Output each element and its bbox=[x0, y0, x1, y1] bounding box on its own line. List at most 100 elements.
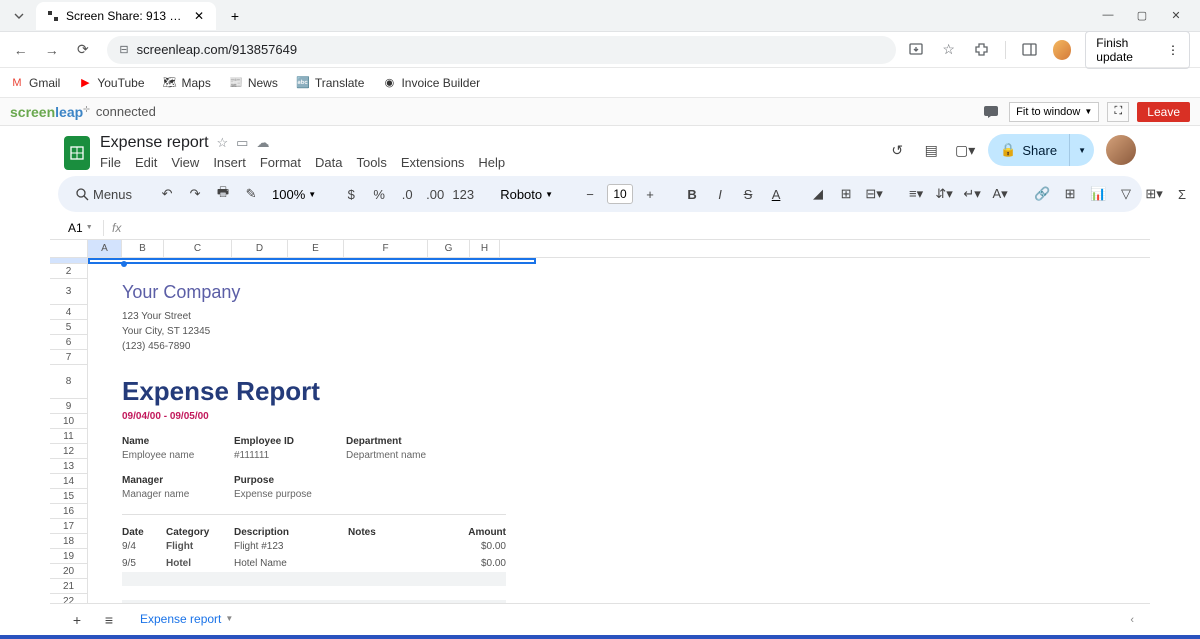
menu-data[interactable]: Data bbox=[315, 155, 342, 170]
sheet-tab-menu-icon[interactable]: ▼ bbox=[225, 614, 233, 623]
borders-button[interactable]: ⊞ bbox=[835, 182, 857, 206]
move-folder-icon[interactable]: ▭ bbox=[236, 135, 248, 151]
tab-close-icon[interactable]: ✕ bbox=[192, 9, 206, 23]
cloud-status-icon[interactable]: ☁ bbox=[256, 135, 269, 151]
name-box[interactable]: A1 ▼ bbox=[64, 220, 104, 236]
sheets-logo-icon[interactable] bbox=[64, 136, 90, 170]
col-header-h[interactable]: H bbox=[470, 240, 500, 257]
col-header-e[interactable]: E bbox=[288, 240, 344, 257]
share-dropdown-icon[interactable]: ▼ bbox=[1070, 146, 1094, 155]
bookmark-gmail[interactable]: MGmail bbox=[10, 76, 60, 90]
all-sheets-button[interactable]: ≡ bbox=[98, 609, 120, 631]
comment-button[interactable]: ⊞ bbox=[1059, 182, 1081, 206]
col-header-a[interactable]: A bbox=[88, 240, 122, 257]
row-header[interactable]: 11 bbox=[50, 429, 87, 444]
undo-button[interactable]: ↶ bbox=[156, 182, 178, 206]
row-header[interactable]: 13 bbox=[50, 459, 87, 474]
back-button[interactable]: ← bbox=[10, 39, 31, 61]
menu-file[interactable]: File bbox=[100, 155, 121, 170]
bold-button[interactable]: B bbox=[681, 182, 703, 206]
share-button[interactable]: 🔒 Share ▼ bbox=[988, 134, 1094, 166]
comments-icon[interactable]: ▤ bbox=[920, 139, 942, 161]
row-header[interactable]: 12 bbox=[50, 444, 87, 459]
row-header[interactable]: 5 bbox=[50, 320, 87, 335]
merge-button[interactable]: ⊟▾ bbox=[863, 182, 885, 206]
row-header[interactable]: 21 bbox=[50, 579, 87, 594]
row-header[interactable]: 16 bbox=[50, 504, 87, 519]
row-header[interactable]: 15 bbox=[50, 489, 87, 504]
row-header[interactable]: 18 bbox=[50, 534, 87, 549]
font-select[interactable]: Roboto ▼ bbox=[494, 187, 559, 202]
window-minimize-icon[interactable]: — bbox=[1100, 9, 1116, 22]
leave-button[interactable]: Leave bbox=[1137, 102, 1190, 122]
fill-color-button[interactable]: ◢ bbox=[807, 182, 829, 206]
wrap-button[interactable]: ↵▾ bbox=[961, 182, 983, 206]
row-header[interactable]: 19 bbox=[50, 549, 87, 564]
chart-button[interactable]: 📊 bbox=[1087, 182, 1109, 206]
fit-to-window-select[interactable]: Fit to window ▼ bbox=[1009, 102, 1099, 122]
site-info-icon[interactable]: ⊟ bbox=[119, 43, 128, 56]
menu-format[interactable]: Format bbox=[260, 155, 301, 170]
row-header[interactable]: 10 bbox=[50, 414, 87, 429]
meet-icon[interactable]: ▢▾ bbox=[954, 139, 976, 161]
menu-edit[interactable]: Edit bbox=[135, 155, 157, 170]
menus-search[interactable]: Menus bbox=[72, 187, 136, 202]
menu-help[interactable]: Help bbox=[478, 155, 505, 170]
more-formats-button[interactable]: 123 bbox=[452, 182, 474, 206]
explore-button[interactable]: ‹ bbox=[1130, 614, 1134, 626]
star-icon[interactable]: ☆ bbox=[217, 135, 229, 151]
increase-decimal-button[interactable]: .00 bbox=[424, 182, 446, 206]
text-color-button[interactable]: A bbox=[765, 182, 787, 206]
decrease-decimal-button[interactable]: .0 bbox=[396, 182, 418, 206]
font-size-increase[interactable]: + bbox=[639, 182, 661, 206]
extensions-icon[interactable] bbox=[972, 40, 991, 60]
install-app-icon[interactable] bbox=[906, 40, 925, 60]
filter-views-button[interactable]: ⊞▾ bbox=[1143, 182, 1165, 206]
history-icon[interactable]: ↺ bbox=[886, 139, 908, 161]
row-header[interactable]: 2 bbox=[50, 264, 87, 279]
reload-button[interactable]: ⟳ bbox=[72, 39, 93, 61]
window-close-icon[interactable]: ✕ bbox=[1168, 9, 1184, 22]
address-bar[interactable]: ⊟ screenleap.com/913857649 bbox=[107, 36, 896, 64]
finish-update-button[interactable]: Finish update ⋮ bbox=[1085, 31, 1190, 69]
profile-avatar[interactable] bbox=[1053, 40, 1072, 60]
row-header[interactable]: 14 bbox=[50, 474, 87, 489]
bookmark-news[interactable]: 📰News bbox=[229, 76, 278, 90]
menu-extensions[interactable]: Extensions bbox=[401, 155, 465, 170]
font-size-decrease[interactable]: − bbox=[579, 182, 601, 206]
link-button[interactable]: 🔗 bbox=[1031, 182, 1053, 206]
col-header-g[interactable]: G bbox=[428, 240, 470, 257]
italic-button[interactable]: I bbox=[709, 182, 731, 206]
col-header-c[interactable]: C bbox=[164, 240, 232, 257]
row-header[interactable]: 20 bbox=[50, 564, 87, 579]
col-header-d[interactable]: D bbox=[232, 240, 288, 257]
fill-handle[interactable] bbox=[121, 261, 127, 267]
browser-tab[interactable]: Screen Share: 913 857 649 | Scr ✕ bbox=[36, 2, 216, 30]
v-align-button[interactable]: ⇵▾ bbox=[933, 182, 955, 206]
menu-view[interactable]: View bbox=[171, 155, 199, 170]
menu-insert[interactable]: Insert bbox=[213, 155, 246, 170]
currency-button[interactable]: $ bbox=[340, 182, 362, 206]
tab-search-dropdown[interactable] bbox=[8, 5, 30, 27]
paint-format-button[interactable]: ✎ bbox=[240, 182, 262, 206]
filter-button[interactable]: ▽ bbox=[1115, 182, 1137, 206]
spreadsheet-cells[interactable]: Your Company 123 Your Street Your City, … bbox=[88, 258, 1150, 635]
bookmark-invoice-builder[interactable]: ◉Invoice Builder bbox=[382, 76, 480, 90]
menu-tools[interactable]: Tools bbox=[356, 155, 386, 170]
strikethrough-button[interactable]: S bbox=[737, 182, 759, 206]
forward-button[interactable]: → bbox=[41, 39, 62, 61]
document-title[interactable]: Expense report bbox=[100, 134, 209, 152]
chat-icon[interactable] bbox=[981, 103, 1001, 121]
new-tab-button[interactable]: + bbox=[224, 5, 246, 27]
select-all-corner[interactable] bbox=[50, 240, 88, 257]
sheet-tab[interactable]: Expense report ▼ bbox=[130, 608, 243, 632]
col-header-b[interactable]: B bbox=[122, 240, 164, 257]
bookmark-maps[interactable]: 🗺Maps bbox=[163, 76, 211, 90]
row-header[interactable]: 6 bbox=[50, 335, 87, 350]
bookmark-translate[interactable]: 🔤Translate bbox=[296, 76, 365, 90]
rotate-button[interactable]: A▾ bbox=[989, 182, 1011, 206]
col-header-f[interactable]: F bbox=[344, 240, 428, 257]
row-header[interactable]: 4 bbox=[50, 305, 87, 320]
row-header[interactable]: 8 bbox=[50, 365, 87, 399]
h-align-button[interactable]: ≡▾ bbox=[905, 182, 927, 206]
